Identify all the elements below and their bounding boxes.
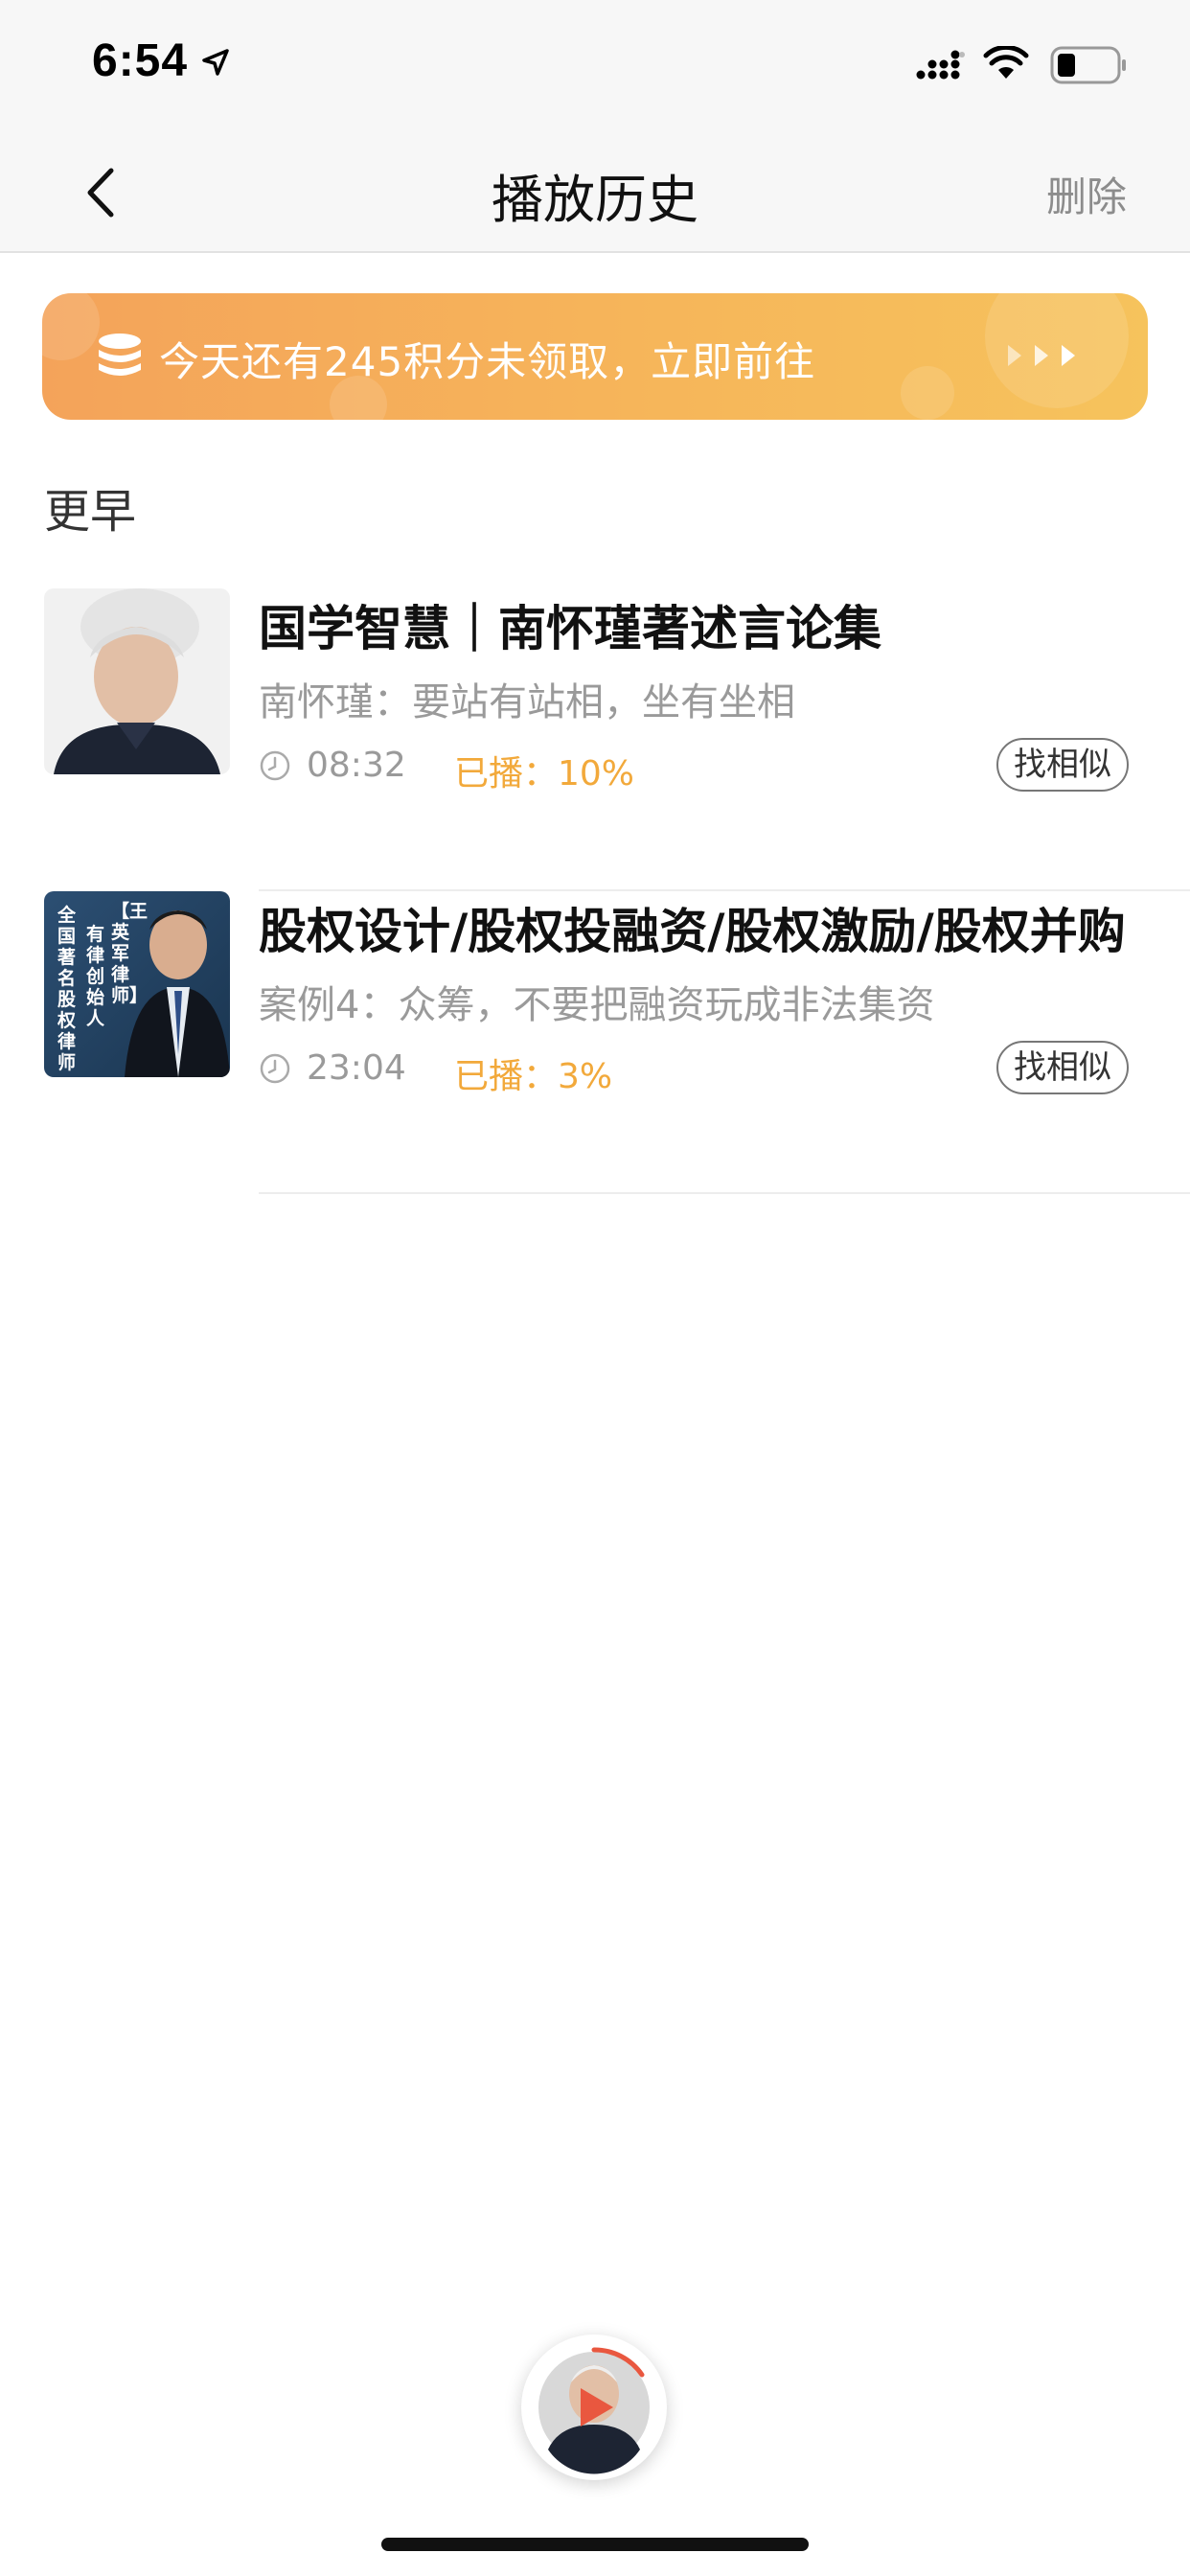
home-indicator xyxy=(381,2538,809,2551)
cover-text: 【王英军律师】 有律 创始人 全国著名股权律师 xyxy=(44,891,230,1077)
item-duration: 08:32 xyxy=(307,746,406,785)
item-title: 股权设计/股权投融资/股权激励/股权并购 xyxy=(259,904,1126,959)
mini-player-button[interactable] xyxy=(521,2334,667,2480)
clock-icon xyxy=(260,750,290,781)
status-bar: 6:54 xyxy=(0,0,1190,128)
page-title: 播放历史 xyxy=(492,170,698,230)
points-banner[interactable]: 今天还有245积分未领取，立即前往 xyxy=(42,293,1148,420)
section-title: 更早 xyxy=(44,485,137,539)
location-arrow-icon xyxy=(202,49,229,76)
cover-text-left: 全国著名股权律师 xyxy=(57,905,77,1073)
banner-decoration xyxy=(901,366,954,420)
page: 6:54 播放历史 删除 今天还有245积分未领取，立即前往 更早 国学智慧｜南… xyxy=(0,0,1190,2576)
album-cover xyxy=(44,588,230,774)
cover-text-middle: 有律 创始人 xyxy=(86,924,105,1029)
signal-icon xyxy=(916,50,965,80)
arrows-icon xyxy=(1008,345,1075,366)
mini-player-artwork xyxy=(538,2347,650,2474)
item-progress: 已播：3% xyxy=(454,1057,613,1096)
cover-text-right: 【王英军律师】 xyxy=(111,901,149,1006)
item-title: 国学智慧｜南怀瑾著述言论集 xyxy=(259,601,881,656)
status-time: 6:54 xyxy=(92,35,189,86)
item-subtitle: 南怀瑾：要站有站相，坐有坐相 xyxy=(259,680,795,724)
find-similar-button[interactable]: 找相似 xyxy=(996,1041,1129,1094)
divider xyxy=(259,1192,1190,1194)
coins-icon xyxy=(99,334,141,376)
banner-decoration xyxy=(42,293,100,360)
list-item[interactable]: 【王英军律师】 有律 创始人 全国著名股权律师 股权设计/股权投融资/股权激励/… xyxy=(0,891,1190,1194)
item-subtitle: 案例4：众筹，不要把融资玩成非法集资 xyxy=(259,983,935,1027)
list-item[interactable]: 国学智慧｜南怀瑾著述言论集 南怀瑾：要站有站相，坐有坐相 08:32 已播：10… xyxy=(0,588,1190,891)
find-similar-button[interactable]: 找相似 xyxy=(996,738,1129,792)
delete-button[interactable]: 删除 xyxy=(1046,165,1127,223)
banner-text: 今天还有245积分未领取，立即前往 xyxy=(159,338,816,385)
item-duration: 23:04 xyxy=(307,1048,406,1088)
album-cover-image xyxy=(44,588,230,774)
nav-bar: 播放历史 删除 xyxy=(0,128,1190,253)
wifi-icon xyxy=(983,46,1029,79)
item-progress: 已播：10% xyxy=(454,754,635,794)
clock-icon xyxy=(260,1053,290,1084)
battery-icon xyxy=(1050,46,1126,84)
album-cover: 【王英军律师】 有律 创始人 全国著名股权律师 xyxy=(44,891,230,1077)
